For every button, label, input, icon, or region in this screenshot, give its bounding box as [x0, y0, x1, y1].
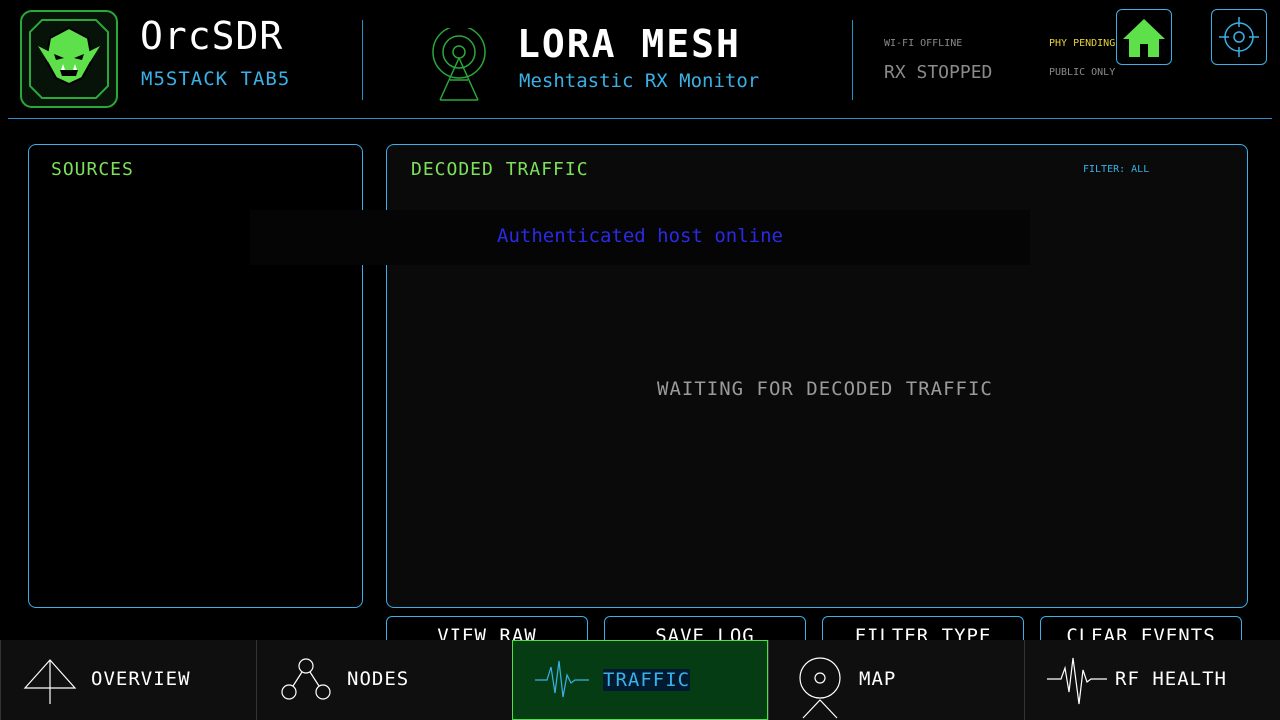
sources-title: SOURCES: [51, 159, 134, 180]
tab-nodes[interactable]: NODES: [256, 640, 512, 720]
empty-traffic-message: WAITING FOR DECODED TRAFFIC: [657, 378, 993, 400]
tab-label: MAP: [859, 668, 897, 690]
phy-status: PHY PENDING: [1049, 38, 1116, 49]
filter-indicator[interactable]: FILTER: ALL: [1083, 164, 1149, 175]
mode-subtitle: Meshtastic RX Monitor: [519, 70, 760, 92]
app-subtitle: M5STACK TAB5: [141, 68, 291, 90]
tab-label: OVERVIEW: [91, 668, 191, 690]
header-separator: [8, 118, 1272, 119]
tab-traffic[interactable]: TRAFFIC: [512, 640, 768, 720]
crosshair-icon: [1219, 17, 1259, 57]
locate-button[interactable]: [1211, 9, 1267, 65]
home-icon: [1123, 19, 1165, 57]
tab-label: NODES: [347, 668, 410, 690]
home-button[interactable]: [1116, 9, 1172, 65]
app-logo: [20, 10, 118, 108]
wifi-status: WI-FI OFFLINE: [884, 38, 963, 49]
app-title: OrcSDR: [140, 14, 284, 58]
map-pin-icon: [799, 657, 841, 719]
toast-notification: Authenticated host online: [250, 210, 1030, 265]
mode-title: LORA MESH: [517, 22, 741, 66]
traffic-title: DECODED TRAFFIC: [411, 159, 589, 180]
tab-map[interactable]: MAP: [768, 640, 1024, 720]
pulse-icon: [1047, 657, 1107, 705]
antenna-tower-icon: [432, 28, 486, 101]
toast-message: Authenticated host online: [497, 225, 783, 247]
orc-logo-icon: [29, 19, 109, 99]
tower-icon: [23, 659, 77, 704]
rx-status: RX STOPPED: [884, 62, 993, 83]
waveform-icon: [535, 660, 589, 698]
tab-label: RF HEALTH: [1115, 668, 1227, 690]
tab-label: TRAFFIC: [603, 669, 691, 691]
nodes-icon: [281, 658, 331, 700]
header-divider: [852, 20, 853, 100]
scope-status: PUBLIC ONLY: [1049, 67, 1116, 78]
tab-overview[interactable]: OVERVIEW: [0, 640, 256, 720]
header-divider: [362, 20, 363, 100]
tab-rf-health[interactable]: RF HEALTH: [1024, 640, 1280, 720]
